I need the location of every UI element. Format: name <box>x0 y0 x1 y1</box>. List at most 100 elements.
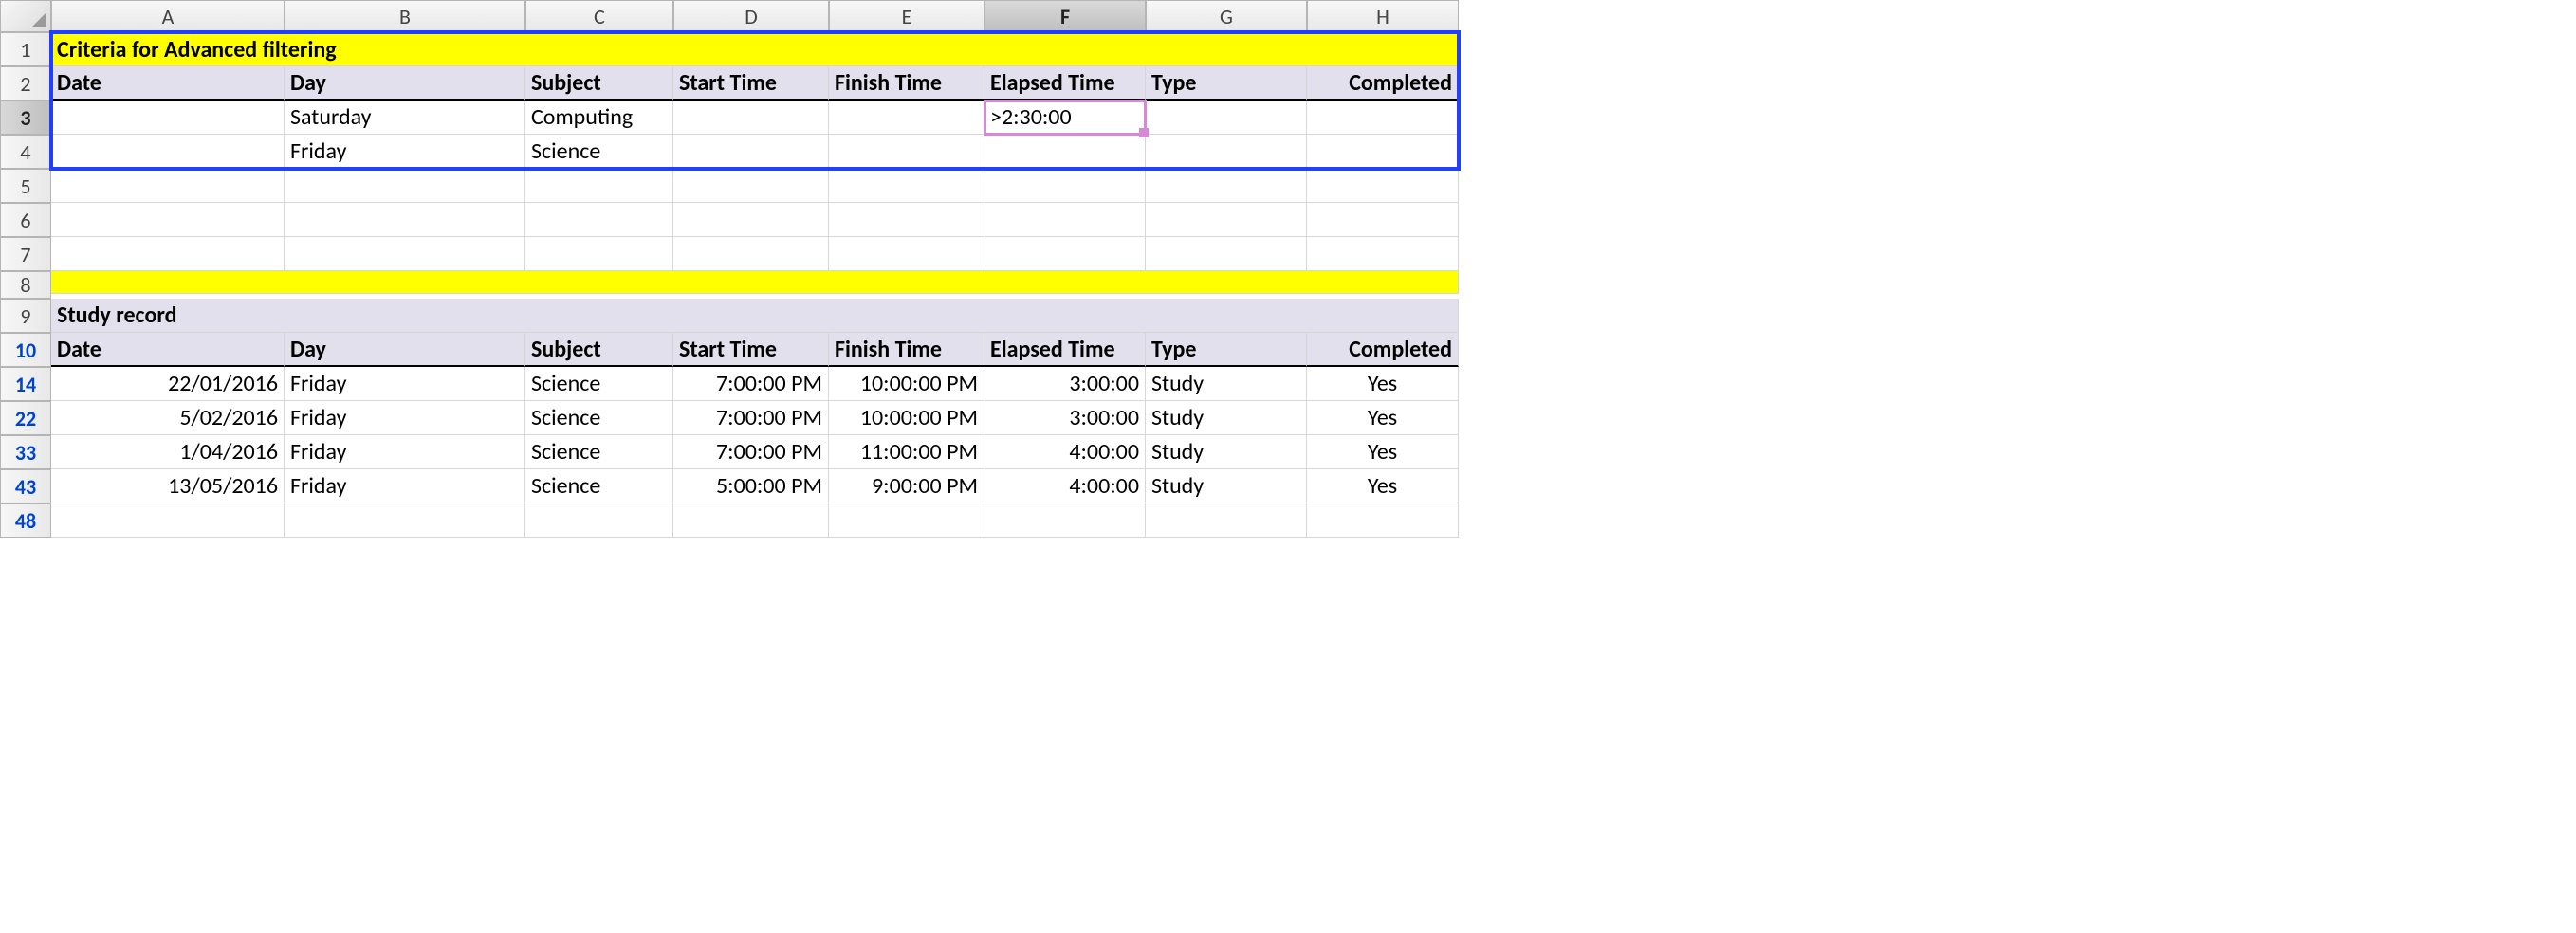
col-header-D[interactable]: D <box>673 0 829 32</box>
cell-E6[interactable] <box>829 203 984 237</box>
record-hdr-elapsed[interactable]: Elapsed Time <box>984 333 1146 367</box>
criteria-hdr-day[interactable]: Day <box>285 66 525 101</box>
cell-F48[interactable] <box>984 503 1146 538</box>
cell-C6[interactable] <box>525 203 673 237</box>
cell-H14[interactable]: Yes <box>1307 367 1459 401</box>
cell-E33[interactable]: 11:00:00 PM <box>829 435 984 469</box>
row-header-14[interactable]: 14 <box>0 367 51 401</box>
cell-H7[interactable] <box>1307 237 1459 271</box>
cell-H22[interactable]: Yes <box>1307 401 1459 435</box>
record-hdr-day[interactable]: Day <box>285 333 525 367</box>
cell-D43[interactable]: 5:00:00 PM <box>673 469 829 503</box>
col-header-F[interactable]: F <box>984 0 1146 32</box>
cell-C33[interactable]: Science <box>525 435 673 469</box>
cell-D33[interactable]: 7:00:00 PM <box>673 435 829 469</box>
cell-H33[interactable]: Yes <box>1307 435 1459 469</box>
row-header-2[interactable]: 2 <box>0 66 51 101</box>
cell-F43[interactable]: 4:00:00 <box>984 469 1146 503</box>
col-header-H[interactable]: H <box>1307 0 1459 32</box>
cell-G7[interactable] <box>1146 237 1307 271</box>
row-header-48[interactable]: 48 <box>0 503 51 538</box>
row-header-10[interactable]: 10 <box>0 333 51 367</box>
row-header-33[interactable]: 33 <box>0 435 51 469</box>
col-header-C[interactable]: C <box>525 0 673 32</box>
cell-D6[interactable] <box>673 203 829 237</box>
cell-B22[interactable]: Friday <box>285 401 525 435</box>
cell-H48[interactable] <box>1307 503 1459 538</box>
cell-B4[interactable]: Friday <box>285 135 525 169</box>
cell-H43[interactable]: Yes <box>1307 469 1459 503</box>
col-header-E[interactable]: E <box>829 0 984 32</box>
cell-B3[interactable]: Saturday <box>285 101 525 135</box>
cell-B33[interactable]: Friday <box>285 435 525 469</box>
cell-C4[interactable]: Science <box>525 135 673 169</box>
select-all-corner[interactable] <box>0 0 51 32</box>
cell-H6[interactable] <box>1307 203 1459 237</box>
cell-G14[interactable]: Study <box>1146 367 1307 401</box>
col-header-B[interactable]: B <box>285 0 525 32</box>
row-header-22[interactable]: 22 <box>0 401 51 435</box>
record-hdr-start[interactable]: Start Time <box>673 333 829 367</box>
cell-C22[interactable]: Science <box>525 401 673 435</box>
cell-B5[interactable] <box>285 169 525 203</box>
cell-F22[interactable]: 3:00:00 <box>984 401 1146 435</box>
cell-E4[interactable] <box>829 135 984 169</box>
cell-A33[interactable]: 1/04/2016 <box>51 435 285 469</box>
record-title-strip[interactable] <box>51 271 1459 294</box>
row-header-3[interactable]: 3 <box>0 101 51 135</box>
cell-F14[interactable]: 3:00:00 <box>984 367 1146 401</box>
record-hdr-subject[interactable]: Subject <box>525 333 673 367</box>
cell-B48[interactable] <box>285 503 525 538</box>
criteria-hdr-start[interactable]: Start Time <box>673 66 829 101</box>
row-header-8[interactable]: 8 <box>0 271 51 299</box>
row-header-6[interactable]: 6 <box>0 203 51 237</box>
cell-H4[interactable] <box>1307 135 1459 169</box>
row-header-9[interactable]: 9 <box>0 299 51 333</box>
cell-A14[interactable]: 22/01/2016 <box>51 367 285 401</box>
cell-G4[interactable] <box>1146 135 1307 169</box>
cell-F4[interactable] <box>984 135 1146 169</box>
cell-E48[interactable] <box>829 503 984 538</box>
criteria-hdr-finish[interactable]: Finish Time <box>829 66 984 101</box>
row-header-1[interactable]: 1 <box>0 32 51 66</box>
record-title[interactable]: Study record <box>51 299 1459 333</box>
cell-G22[interactable]: Study <box>1146 401 1307 435</box>
col-header-G[interactable]: G <box>1146 0 1307 32</box>
cell-C14[interactable]: Science <box>525 367 673 401</box>
cell-G3[interactable] <box>1146 101 1307 135</box>
cell-D48[interactable] <box>673 503 829 538</box>
cell-C7[interactable] <box>525 237 673 271</box>
row-header-7[interactable]: 7 <box>0 237 51 271</box>
record-hdr-date[interactable]: Date <box>51 333 285 367</box>
criteria-hdr-date[interactable]: Date <box>51 66 285 101</box>
cell-B43[interactable]: Friday <box>285 469 525 503</box>
cell-F33[interactable]: 4:00:00 <box>984 435 1146 469</box>
cell-G33[interactable]: Study <box>1146 435 1307 469</box>
cell-A43[interactable]: 13/05/2016 <box>51 469 285 503</box>
record-hdr-finish[interactable]: Finish Time <box>829 333 984 367</box>
cell-D4[interactable] <box>673 135 829 169</box>
cell-D22[interactable]: 7:00:00 PM <box>673 401 829 435</box>
cell-C5[interactable] <box>525 169 673 203</box>
cell-A6[interactable] <box>51 203 285 237</box>
criteria-hdr-type[interactable]: Type <box>1146 66 1307 101</box>
cell-E43[interactable]: 9:00:00 PM <box>829 469 984 503</box>
criteria-hdr-elapsed[interactable]: Elapsed Time <box>984 66 1146 101</box>
cell-H5[interactable] <box>1307 169 1459 203</box>
cell-C43[interactable]: Science <box>525 469 673 503</box>
cell-E7[interactable] <box>829 237 984 271</box>
row-header-43[interactable]: 43 <box>0 469 51 503</box>
cell-H3[interactable] <box>1307 101 1459 135</box>
cell-C48[interactable] <box>525 503 673 538</box>
cell-F7[interactable] <box>984 237 1146 271</box>
cell-G43[interactable]: Study <box>1146 469 1307 503</box>
cell-B6[interactable] <box>285 203 525 237</box>
cell-A48[interactable] <box>51 503 285 538</box>
row-header-4[interactable]: 4 <box>0 135 51 169</box>
spreadsheet-grid[interactable]: A B C D E F G H 1 Criteria for Advanced … <box>0 0 2576 538</box>
cell-A7[interactable] <box>51 237 285 271</box>
cell-E14[interactable]: 10:00:00 PM <box>829 367 984 401</box>
cell-G6[interactable] <box>1146 203 1307 237</box>
cell-A22[interactable]: 5/02/2016 <box>51 401 285 435</box>
cell-F6[interactable] <box>984 203 1146 237</box>
